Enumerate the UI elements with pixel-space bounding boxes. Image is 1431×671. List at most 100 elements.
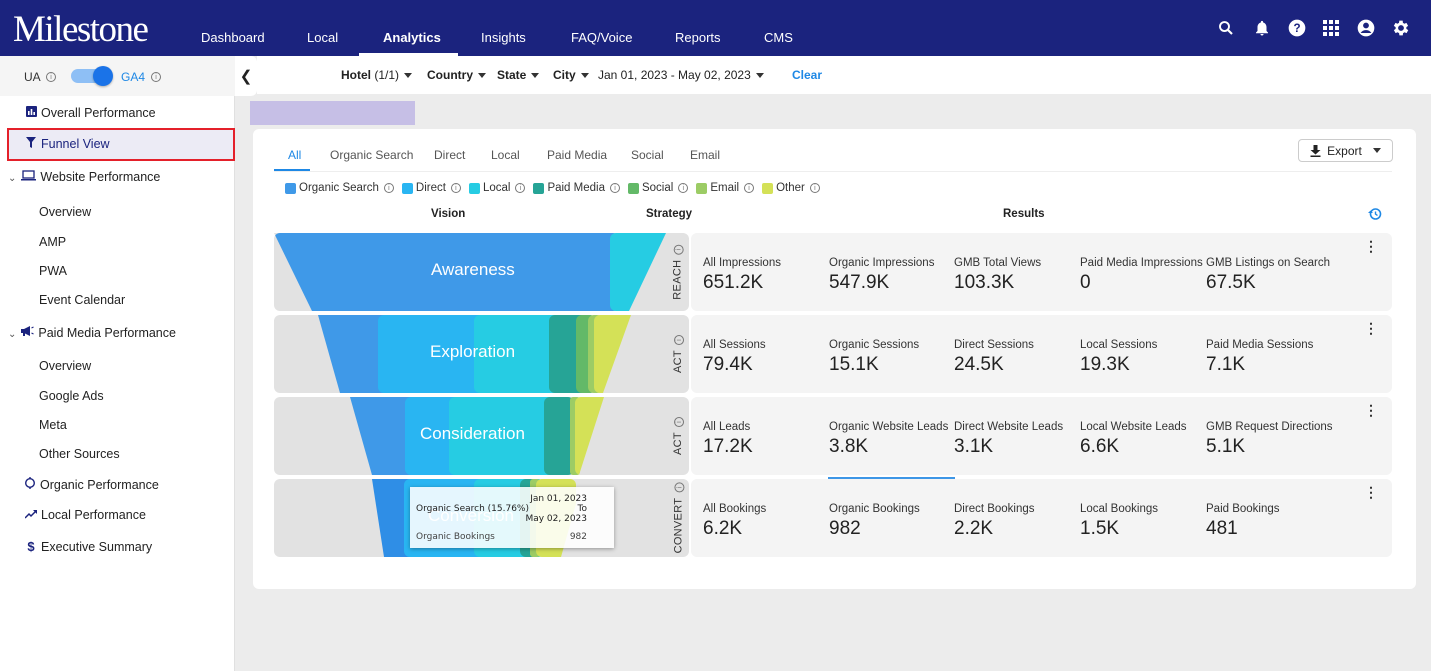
sidebar-item-paid-media-performance[interactable]: ⌄ Paid Media Performance (8, 325, 176, 340)
nav-local[interactable]: Local (307, 30, 338, 45)
sidebar-item-google-ads[interactable]: Google Ads (39, 389, 104, 403)
hotel-filter[interactable]: Hotel (1/1) (341, 68, 413, 82)
legend-local[interactable]: Local i (468, 182, 526, 194)
sidebar-item-paid-overview[interactable]: Overview (39, 359, 91, 373)
milestone-logo[interactable]: Milestone (13, 8, 149, 51)
segment-organic-search[interactable] (274, 397, 424, 475)
ga4-info-icon[interactable]: i (151, 72, 161, 82)
tab-paid-media[interactable]: Paid Media (547, 148, 607, 162)
apps-grid-icon[interactable] (1321, 18, 1341, 38)
legend-direct[interactable]: Direct i (401, 182, 461, 194)
more-vert-icon[interactable]: ⋮ (1364, 320, 1378, 337)
info-icon[interactable]: i (383, 183, 394, 193)
sidebar-item-other-sources[interactable]: Other Sources (39, 447, 120, 461)
help-icon[interactable]: ? (1287, 18, 1307, 38)
nav-dashboard[interactable]: Dashboard (201, 30, 265, 45)
metric-gmb-request-directions[interactable]: GMB Request Directions 5.1K (1206, 421, 1333, 458)
tab-divider (274, 171, 1392, 172)
info-icon[interactable]: i (450, 183, 461, 193)
sidebar-item-pwa[interactable]: PWA (39, 264, 67, 278)
info-icon[interactable]: i (809, 183, 820, 193)
export-button[interactable]: Export (1298, 139, 1393, 162)
metric-organic-bookings[interactable]: Organic Bookings 982 (829, 503, 954, 540)
sidebar-item-funnel-view[interactable]: Funnel View (7, 128, 235, 161)
metric-paid-media-impressions[interactable]: Paid Media Impressions 0 (1080, 257, 1205, 294)
strategy-label-convert: CONVERT i (667, 479, 689, 557)
metric-direct-sessions[interactable]: Direct Sessions 24.5K (954, 339, 1079, 376)
info-icon[interactable]: i (744, 183, 755, 193)
settings-icon[interactable] (1391, 18, 1411, 38)
segment-other[interactable] (594, 315, 654, 393)
tab-email[interactable]: Email (690, 148, 720, 162)
tab-local[interactable]: Local (491, 148, 520, 162)
legend-paid-media[interactable]: Paid Media i (533, 182, 620, 194)
info-icon[interactable]: i (674, 416, 684, 427)
sidebar-item-website-performance[interactable]: ⌄ Website Performance (8, 170, 160, 184)
sidebar-item-local-performance[interactable]: Local Performance (24, 508, 146, 522)
more-vert-icon[interactable]: ⋮ (1364, 402, 1378, 419)
legend-organic-search[interactable]: Organic Search i (285, 182, 394, 194)
metric-organic-impressions[interactable]: Organic Impressions 547.9K (829, 257, 954, 294)
info-icon[interactable]: i (674, 482, 684, 493)
nav-cms[interactable]: CMS (764, 30, 793, 45)
metric-direct-website-leads[interactable]: Direct Website Leads 3.1K (954, 421, 1079, 458)
info-icon[interactable]: i (674, 244, 684, 255)
more-vert-icon[interactable]: ⋮ (1364, 238, 1378, 255)
history-icon[interactable] (1368, 207, 1382, 224)
metric-all-impressions[interactable]: All Impressions 651.2K (703, 257, 828, 294)
sidebar-item-website-overview[interactable]: Overview (39, 205, 91, 219)
state-filter[interactable]: State (497, 68, 540, 82)
nav-faq-voice[interactable]: FAQ/Voice (571, 30, 632, 45)
metric-gmb-total-views[interactable]: GMB Total Views 103.3K (954, 257, 1079, 294)
city-filter[interactable]: City (553, 68, 589, 82)
clear-filters-link[interactable]: Clear (792, 68, 822, 82)
tab-direct[interactable]: Direct (434, 148, 465, 162)
strategy-header: Strategy (646, 208, 693, 220)
sidebar-item-meta[interactable]: Meta (39, 418, 67, 432)
legend-email[interactable]: Email i (696, 182, 755, 194)
tab-organic-search[interactable]: Organic Search (330, 148, 413, 162)
tab-social[interactable]: Social (631, 148, 664, 162)
segment-other[interactable] (575, 397, 625, 475)
sidebar-item-event-calendar[interactable]: Event Calendar (39, 293, 125, 307)
ua-ga4-toggle[interactable] (71, 66, 113, 86)
info-icon[interactable]: i (609, 183, 620, 193)
nav-reports[interactable]: Reports (675, 30, 721, 45)
metric-all-bookings[interactable]: All Bookings 6.2K (703, 503, 828, 540)
info-icon[interactable]: i (674, 334, 684, 345)
metric-all-sessions[interactable]: All Sessions 79.4K (703, 339, 828, 376)
sidebar-item-overall-performance[interactable]: Overall Performance (25, 106, 156, 120)
sidebar-item-executive-summary[interactable]: $ Executive Summary (25, 539, 152, 554)
country-filter[interactable]: Country (427, 68, 486, 82)
metric-local-sessions[interactable]: Local Sessions 19.3K (1080, 339, 1205, 376)
stage-name: Exploration (430, 342, 516, 361)
metric-paid-media-sessions[interactable]: Paid Media Sessions 7.1K (1206, 339, 1331, 376)
metric-local-website-leads[interactable]: Local Website Leads 6.6K (1080, 421, 1205, 458)
nav-analytics[interactable]: Analytics (383, 30, 441, 45)
metric-organic-sessions[interactable]: Organic Sessions 15.1K (829, 339, 954, 376)
sidebar-item-organic-performance[interactable]: Organic Performance (24, 477, 159, 492)
ua-info-icon[interactable]: i (46, 72, 56, 82)
legend-other[interactable]: Other i (762, 182, 820, 194)
date-range-filter[interactable]: Jan 01, 2023 - May 02, 2023 (598, 68, 764, 82)
info-icon[interactable]: i (515, 183, 526, 193)
more-vert-icon[interactable]: ⋮ (1364, 484, 1378, 501)
metric-all-leads[interactable]: All Leads 17.2K (703, 421, 828, 458)
sidebar-item-amp[interactable]: AMP (39, 235, 66, 249)
search-icon[interactable] (1216, 18, 1236, 38)
segment-paid-media[interactable] (544, 397, 574, 475)
metric-gmb-listings-on-search[interactable]: GMB Listings on Search 67.5K (1206, 257, 1331, 294)
metric-direct-bookings[interactable]: Direct Bookings 2.2K (954, 503, 1079, 540)
ua-label: UA (24, 70, 41, 84)
metric-paid-bookings[interactable]: Paid Bookings 481 (1206, 503, 1331, 540)
metric-local-bookings[interactable]: Local Bookings 1.5K (1080, 503, 1205, 540)
account-icon[interactable] (1356, 18, 1376, 38)
nav-insights[interactable]: Insights (481, 30, 526, 45)
metric-organic-website-leads[interactable]: Organic Website Leads 3.8K (829, 421, 954, 458)
legend-social[interactable]: Social i (627, 182, 689, 194)
bell-icon[interactable] (1252, 18, 1272, 38)
tab-all[interactable]: All (288, 148, 301, 162)
segment-organic-search[interactable] (274, 479, 424, 557)
collapse-sidebar-button[interactable]: ❮ (235, 56, 257, 96)
info-icon[interactable]: i (678, 183, 689, 193)
